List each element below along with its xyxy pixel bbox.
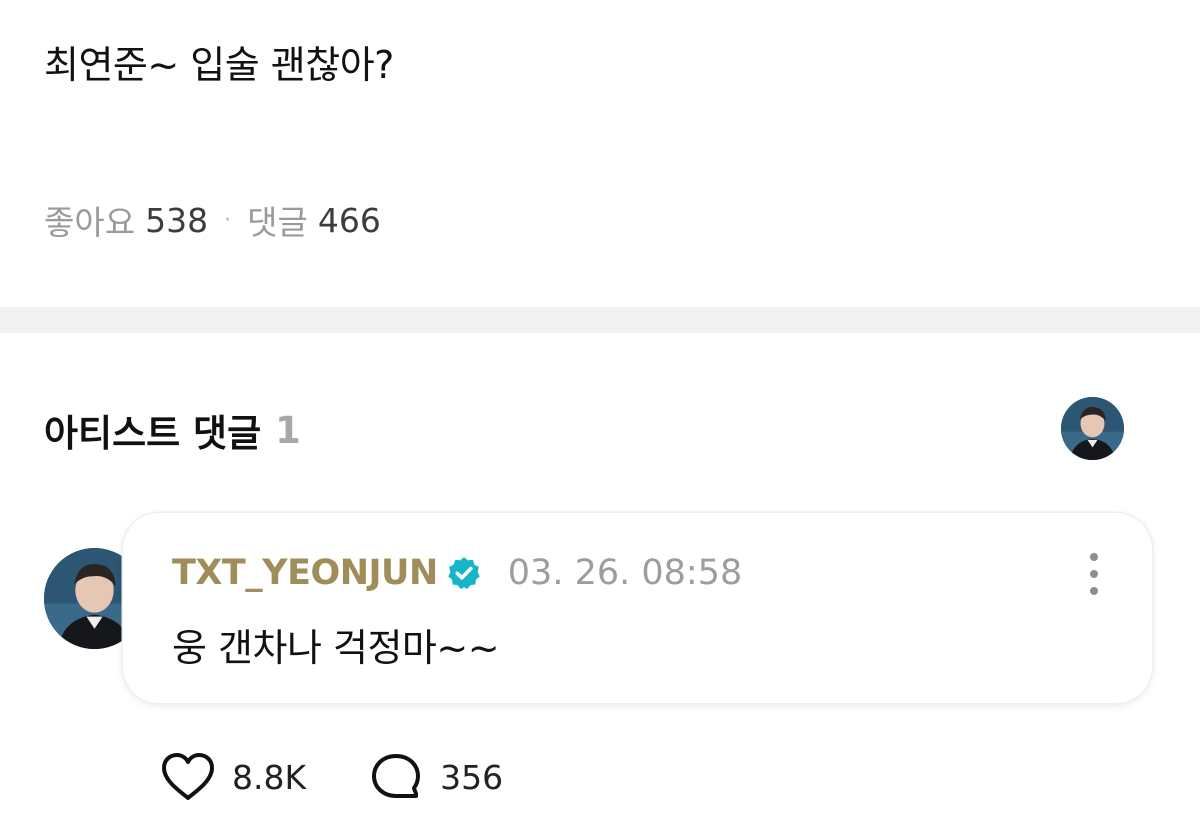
dot: [1090, 553, 1098, 561]
artist-comment-card: TXT_YEONJUN 03. 26. 08:58 웅 갠차나 걱정마~~: [123, 513, 1152, 703]
comment-actions: 8.8K 356: [160, 752, 565, 802]
dot: [1090, 587, 1098, 595]
post-page: 최연준~ 입술 괜찮아? 좋아요 538 · 댓글 466 아티스트 댓글 1: [0, 0, 1200, 839]
post-text: 최연준~ 입술 괜찮아?: [44, 43, 394, 87]
artist-avatar-small[interactable]: [1061, 397, 1124, 460]
like-count: 8.8K: [232, 757, 307, 797]
comments-label: 댓글: [247, 203, 308, 242]
reply-count: 356: [440, 757, 504, 797]
like-button[interactable]: 8.8K: [160, 752, 306, 802]
heart-icon: [162, 753, 214, 800]
post-stats: 좋아요 538 · 댓글 466: [44, 196, 381, 244]
likes-count[interactable]: 538: [145, 201, 208, 240]
more-options-icon[interactable]: [1084, 553, 1104, 595]
comment-header: TXT_YEONJUN 03. 26. 08:58: [172, 553, 742, 593]
comment-bubble-icon: [372, 754, 421, 798]
verified-badge-icon: [448, 557, 480, 590]
dot: [1090, 570, 1098, 578]
artist-comments-title: 아티스트 댓글: [44, 412, 262, 455]
comment-author[interactable]: TXT_YEONJUN: [172, 553, 438, 593]
section-divider: [0, 307, 1200, 333]
comment-text: 웅 갠차나 걱정마~~: [172, 626, 500, 670]
stats-separator: ·: [224, 207, 232, 233]
comment-timestamp: 03. 26. 08:58: [507, 553, 743, 593]
comments-count[interactable]: 466: [318, 201, 381, 240]
artist-comments-count: 1: [275, 408, 301, 452]
likes-label: 좋아요: [44, 203, 136, 242]
reply-button[interactable]: 356: [368, 752, 503, 802]
artist-comments-header: 아티스트 댓글 1: [44, 403, 301, 457]
avatar-image: [1061, 397, 1124, 460]
